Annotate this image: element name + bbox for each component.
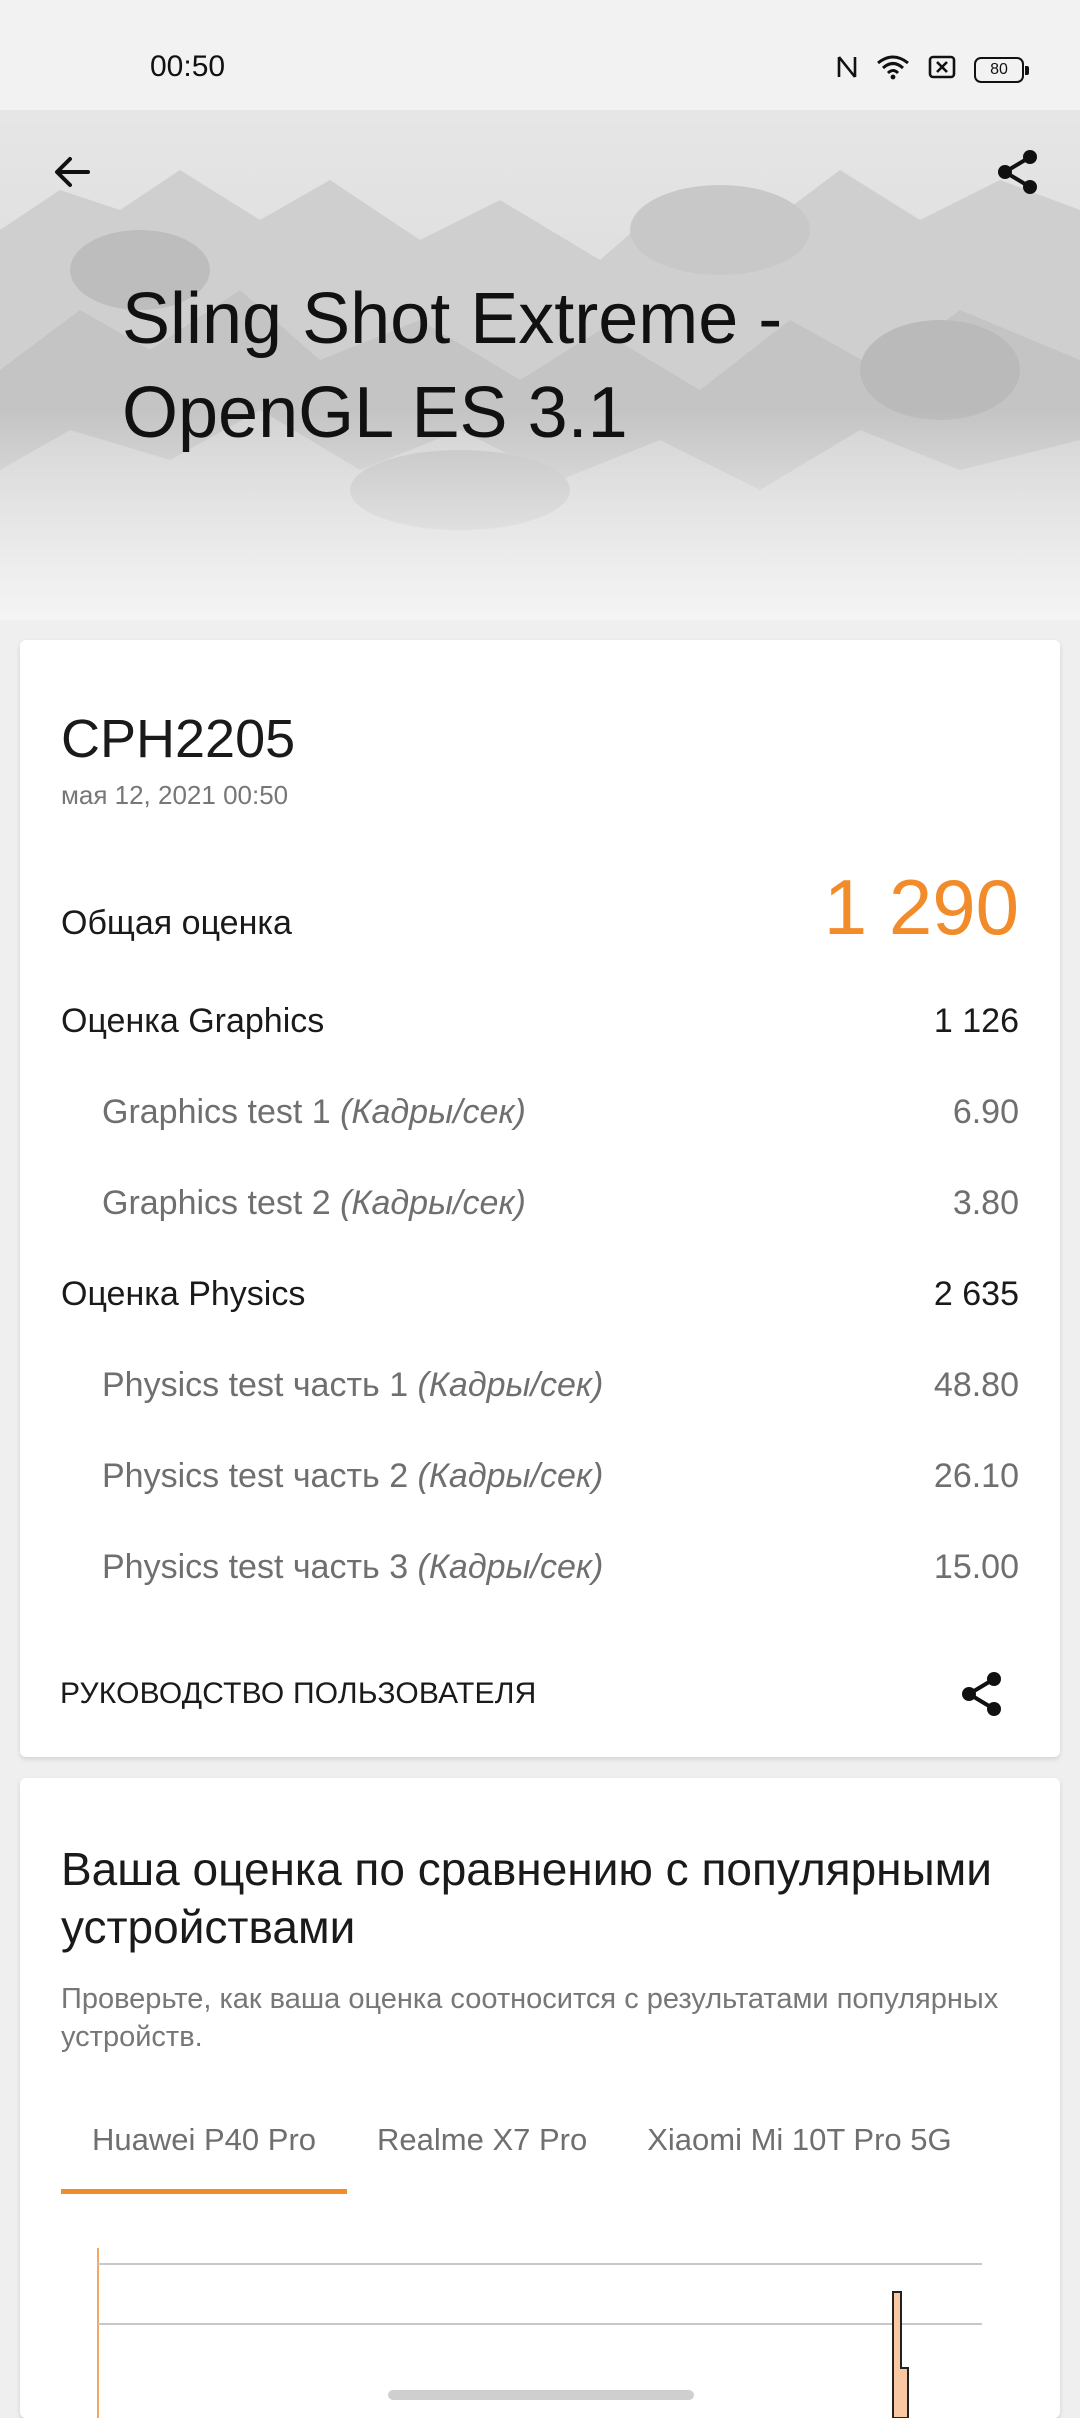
- sim-off-icon: [928, 54, 956, 85]
- comparison-title: Ваша оценка по сравнению с популярными у…: [61, 1843, 992, 1953]
- physics-test-1-row: Physics test часть 1 (Кадры/сек) 48.80: [61, 1366, 1019, 1405]
- user-guide-link[interactable]: РУКОВОДСТВО ПОЛЬЗОВАТЕЛЯ: [60, 1677, 536, 1711]
- battery-level: 80: [990, 60, 1008, 78]
- result-card: CPH2205 мая 12, 2021 00:50 Общая оценка …: [20, 640, 1060, 1757]
- physics-score-label: Оценка Physics: [61, 1275, 306, 1313]
- status-bar: 00:50 80: [0, 0, 1080, 110]
- comparison-subtitle: Проверьте, как ваша оценка соотносится с…: [61, 1983, 999, 2053]
- physics-test-1-label: Physics test часть 1 (Кадры/сек): [102, 1366, 604, 1404]
- total-score-label: Общая оценка: [61, 904, 292, 942]
- fps-unit: (Кадры/сек): [417, 1548, 604, 1586]
- graphics-test-2-value: 3.80: [952, 1184, 1019, 1222]
- share-icon: [962, 1672, 1001, 1716]
- status-icons: 80: [836, 54, 1029, 85]
- nfc-icon: [836, 54, 858, 85]
- graphics-score-row: Оценка Graphics 1 126: [61, 1002, 1019, 1041]
- physics-test-3-label: Physics test часть 3 (Кадры/сек): [102, 1548, 604, 1586]
- hero-header: Sling Shot Extreme - OpenGL ES 3.1: [0, 110, 1080, 620]
- scroll-indicator: [388, 2390, 694, 2400]
- tab-realme-x7-pro[interactable]: Realme X7 Pro: [347, 2122, 617, 2182]
- fps-unit: (Кадры/сек): [340, 1184, 526, 1222]
- status-time: 00:50: [150, 50, 226, 83]
- physics-test-1-value: 48.80: [933, 1366, 1019, 1404]
- fps-unit: (Кадры/сек): [417, 1366, 604, 1404]
- physics-test-2-value: 26.10: [933, 1457, 1019, 1495]
- graphics-score-value: 1 126: [933, 1002, 1019, 1040]
- fps-unit: (Кадры/сек): [417, 1457, 604, 1495]
- physics-test-2-label: Physics test часть 2 (Кадры/сек): [102, 1457, 604, 1495]
- device-tabs: Huawei P40 Pro Realme X7 Pro Xiaomi Mi 1…: [61, 2122, 982, 2194]
- total-score-row: Общая оценка 1 290: [61, 862, 1019, 953]
- graphics-test-2-label: Graphics test 2 (Кадры/сек): [102, 1184, 526, 1222]
- share-button[interactable]: [986, 140, 1050, 204]
- wifi-icon: [876, 54, 910, 85]
- tab-huawei-p40-pro[interactable]: Huawei P40 Pro: [61, 2122, 348, 2194]
- physics-test-3-value: 15.00: [933, 1548, 1019, 1586]
- result-date: мая 12, 2021 00:50: [61, 780, 289, 810]
- graphics-test-1-value: 6.90: [952, 1093, 1019, 1131]
- arrow-left-icon: [55, 157, 90, 187]
- graphics-test-1-label: Graphics test 1 (Кадры/сек): [102, 1093, 526, 1131]
- comparison-card: Ваша оценка по сравнению с популярными у…: [20, 1778, 1060, 2418]
- graphics-test-2-row: Graphics test 2 (Кадры/сек) 3.80: [61, 1184, 1019, 1223]
- tab-xiaomi-mi-10t-pro-5g[interactable]: Xiaomi Mi 10T Pro 5G: [617, 2122, 981, 2182]
- page-title: Sling Shot Extreme - OpenGL ES 3.1: [122, 279, 783, 453]
- physics-test-2-row: Physics test часть 2 (Кадры/сек) 26.10: [61, 1457, 1019, 1496]
- graphics-test-1-row: Graphics test 1 (Кадры/сек) 6.90: [61, 1093, 1019, 1132]
- graphics-score-label: Оценка Graphics: [61, 1002, 325, 1040]
- share-result-button[interactable]: [952, 1664, 1012, 1724]
- physics-score-value: 2 635: [933, 1275, 1019, 1313]
- share-icon: [998, 150, 1037, 194]
- total-score-value: 1 290: [823, 863, 1019, 951]
- physics-score-row: Оценка Physics 2 635: [61, 1275, 1019, 1314]
- battery-icon: 80: [974, 56, 1029, 83]
- chart-distribution-bar: [892, 2291, 909, 2418]
- fps-unit: (Кадры/сек): [340, 1093, 526, 1131]
- physics-test-3-row: Physics test часть 3 (Кадры/сек) 15.00: [61, 1548, 1019, 1587]
- back-button[interactable]: [40, 140, 104, 204]
- device-name: CPH2205: [61, 709, 296, 769]
